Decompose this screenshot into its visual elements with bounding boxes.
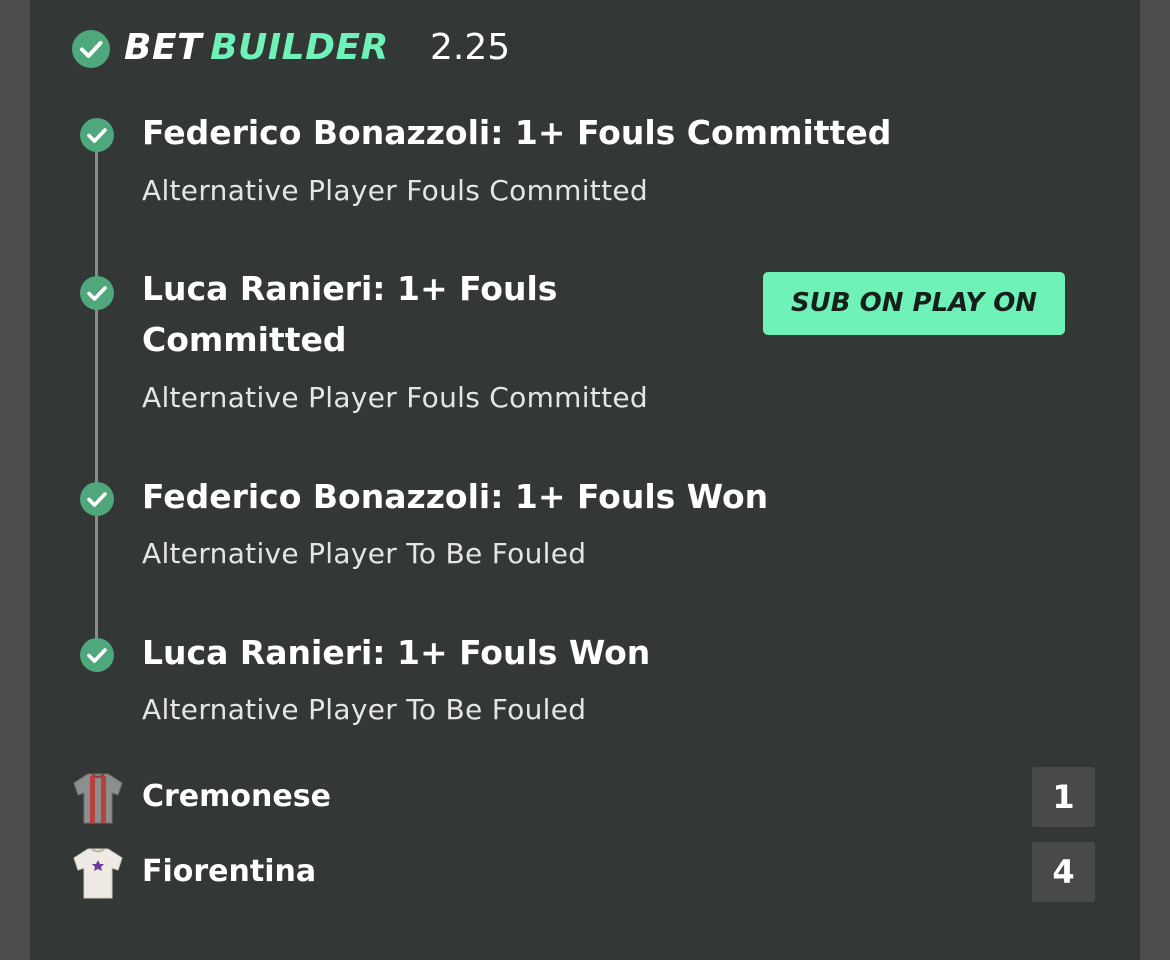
timeline-connector bbox=[95, 136, 98, 654]
fiorentina-shirt-icon bbox=[72, 846, 124, 900]
team-name: Fiorentina bbox=[142, 854, 317, 889]
leg-market: Alternative Player To Be Fouled bbox=[142, 537, 587, 570]
leg-title: Federico Bonazzoli: 1+ Fouls Won bbox=[142, 477, 769, 516]
check-circle-icon bbox=[72, 30, 110, 68]
leg-title: Luca Ranieri: 1+ Fouls Won bbox=[142, 633, 651, 672]
bet-builder-title: BET BUILDER bbox=[124, 27, 389, 68]
sub-on-play-on-badge: SUB ON PLAY ON bbox=[763, 272, 1065, 335]
total-odds: 2.25 bbox=[430, 27, 511, 68]
leg-market: Alternative Player Fouls Committed bbox=[142, 381, 648, 414]
check-circle-icon bbox=[80, 482, 114, 516]
leg-title: Luca Ranieri: 1+ Fouls Committed bbox=[142, 269, 558, 359]
team-score: 1 bbox=[1032, 767, 1095, 827]
team-score: 4 bbox=[1032, 842, 1095, 902]
leg-market: Alternative Player To Be Fouled bbox=[142, 693, 587, 726]
check-circle-icon bbox=[80, 638, 114, 672]
cremonese-shirt-icon bbox=[72, 771, 124, 825]
team-name: Cremonese bbox=[142, 779, 331, 814]
leg-market: Alternative Player Fouls Committed bbox=[142, 174, 648, 207]
team-row-home: Cremonese 1 bbox=[72, 767, 1096, 827]
team-row-away: Fiorentina 4 bbox=[72, 842, 1096, 902]
check-circle-icon bbox=[80, 118, 114, 152]
leg-title: Federico Bonazzoli: 1+ Fouls Committed bbox=[142, 113, 892, 152]
check-circle-icon bbox=[80, 276, 114, 310]
